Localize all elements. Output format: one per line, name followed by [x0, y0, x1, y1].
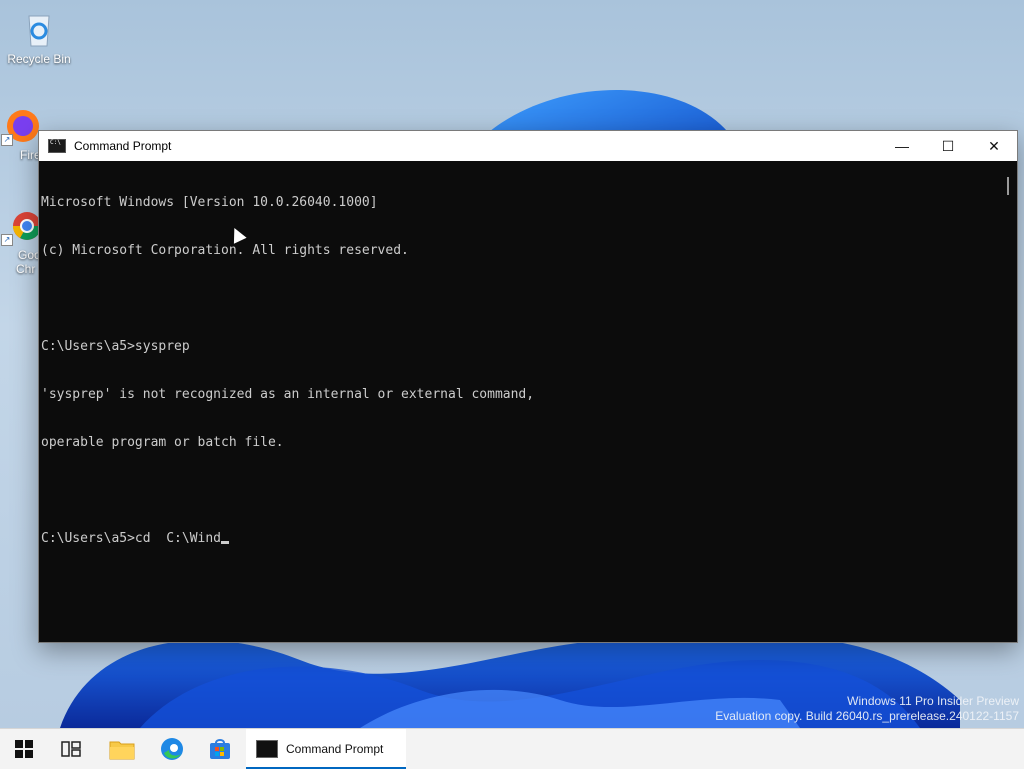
maximize-button[interactable]: ☐ [925, 131, 971, 161]
close-button[interactable]: ✕ [971, 131, 1017, 161]
console-line: Microsoft Windows [Version 10.0.26040.10… [41, 195, 378, 210]
maximize-icon: ☐ [941, 137, 955, 154]
cmd-icon [256, 740, 278, 758]
edge-button[interactable] [152, 733, 192, 765]
taskbar-command-prompt-button[interactable]: Command Prompt [246, 729, 406, 769]
desktop-icon-chrome[interactable]: ↗ Goo Chr [1, 206, 41, 276]
console-output[interactable]: Microsoft Windows [Version 10.0.26040.10… [39, 161, 999, 642]
minimize-button[interactable]: — [879, 131, 925, 161]
desktop-icon-firefox[interactable]: ↗ Fire [1, 106, 41, 162]
desktop-icon-label-2: Chr [16, 262, 36, 276]
firefox-icon: ↗ [1, 106, 41, 146]
task-view-button[interactable] [51, 733, 91, 765]
os-watermark: Windows 11 Pro Insider Preview Evaluatio… [715, 694, 1019, 724]
command-prompt-window[interactable]: Command Prompt — ☐ ✕ Microsoft Windows [… [38, 130, 1018, 643]
desktop-icon-recycle-bin[interactable]: Recycle Bin [1, 10, 77, 66]
task-view-icon [61, 741, 81, 757]
console-input-line[interactable]: C:\Users\a5>cd C:\Wind [41, 531, 999, 547]
console-line: C:\Users\a5>sysprep [41, 339, 190, 354]
edge-icon [161, 738, 183, 760]
shortcut-arrow-icon: ↗ [1, 134, 13, 146]
watermark-line-2: Evaluation copy. Build 26040.rs_prerelea… [715, 709, 1019, 723]
folder-icon [109, 741, 135, 760]
watermark-line-1: Windows 11 Pro Insider Preview [847, 694, 1019, 708]
minimize-icon: — [895, 138, 909, 154]
windows-logo-icon [15, 740, 33, 758]
window-title: Command Prompt [74, 139, 172, 153]
window-titlebar[interactable]: Command Prompt — ☐ ✕ [39, 131, 1017, 161]
console-current-command: C:\Users\a5>cd C:\Wind [41, 531, 222, 546]
start-button[interactable] [4, 733, 44, 765]
desktop-icon-label: Fire [20, 148, 41, 162]
console-line: 'sysprep' is not recognized as an intern… [41, 387, 535, 402]
shortcut-arrow-icon: ↗ [1, 234, 13, 246]
console-line: operable program or batch file. [41, 435, 284, 450]
chrome-icon: ↗ [1, 206, 41, 246]
vertical-scrollbar[interactable] [999, 161, 1017, 642]
cmd-icon [48, 139, 66, 153]
store-button[interactable] [200, 733, 240, 765]
desktop-icon-label: Goo [18, 248, 41, 262]
taskbar: Command Prompt [0, 728, 1024, 769]
store-icon [210, 739, 230, 759]
text-cursor [221, 541, 230, 544]
taskbar-app-label: Command Prompt [286, 742, 384, 756]
console-line: (c) Microsoft Corporation. All rights re… [41, 243, 409, 258]
recycle-bin-icon [19, 10, 59, 50]
close-icon: ✕ [988, 137, 1000, 154]
file-explorer-button[interactable] [102, 733, 142, 765]
scrollbar-thumb[interactable] [1007, 177, 1009, 195]
desktop-icon-label: Recycle Bin [7, 52, 71, 66]
